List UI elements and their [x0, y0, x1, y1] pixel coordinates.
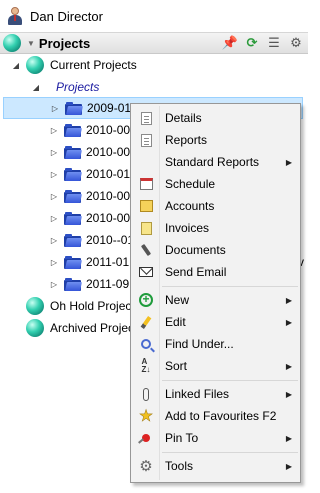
sort-icon: A Z↓	[141, 357, 151, 374]
email-icon	[133, 267, 159, 277]
expand-arrow-icon[interactable]: ▷	[48, 170, 60, 179]
collapse-caret-icon[interactable]: ▼	[27, 39, 35, 48]
list-icon[interactable]: ☰	[266, 35, 282, 51]
gear-icon: ⚙	[139, 458, 153, 475]
tree-node-current-projects[interactable]: ◢ Current Projects	[0, 54, 308, 76]
menu-separator	[162, 286, 298, 287]
projects-title[interactable]: Projects	[39, 36, 222, 51]
submenu-arrow-icon: ▶	[285, 295, 292, 305]
submenu-arrow-icon: ▶	[285, 361, 292, 371]
expand-arrow-icon[interactable]: ▷	[49, 104, 61, 113]
tree-node-group[interactable]: ◢ Projects	[0, 76, 308, 98]
menu-separator	[162, 380, 298, 381]
tree-node-label: 2011-09	[86, 277, 130, 291]
projects-bar: ▼ Projects 📌 ⟳ ☰ ⚙	[0, 32, 308, 54]
pin-icon[interactable]: 📌	[222, 35, 238, 51]
folder-icon	[64, 211, 82, 225]
expand-arrow-icon[interactable]: ▷	[48, 236, 60, 245]
accounts-icon	[133, 200, 159, 212]
refresh-icon[interactable]: ⟳	[244, 35, 260, 51]
menu-item-standard-reports[interactable]: Standard Reports ▶	[133, 151, 298, 173]
menu-item-sort[interactable]: A Z↓ Sort ▶	[133, 355, 298, 377]
star-icon: ★	[138, 408, 154, 426]
context-menu: Details Reports Standard Reports ▶ Sched…	[130, 103, 301, 483]
expand-arrow-icon[interactable]: ▷	[48, 148, 60, 157]
invoices-icon	[133, 221, 159, 235]
expand-arrow-icon[interactable]: ◢	[10, 61, 22, 70]
person-icon	[6, 6, 24, 26]
folder-icon	[64, 145, 82, 159]
menu-separator	[162, 452, 298, 453]
submenu-arrow-icon: ▶	[285, 157, 292, 167]
globe-icon	[26, 56, 44, 74]
tree-node-label: 2010-00	[86, 189, 131, 203]
tree-node-label: Current Projects	[50, 58, 137, 72]
menu-item-tools[interactable]: ⚙ Tools ▶	[133, 455, 298, 477]
expand-arrow-icon[interactable]: ▷	[48, 280, 60, 289]
submenu-arrow-icon: ▶	[285, 461, 292, 471]
submenu-arrow-icon: ▶	[285, 389, 292, 399]
folder-icon	[64, 189, 82, 203]
menu-item-documents[interactable]: Documents	[133, 239, 298, 261]
details-icon	[133, 111, 159, 125]
menu-item-send-email[interactable]: Send Email	[133, 261, 298, 283]
paperclip-icon	[133, 387, 159, 401]
tree-node-label: 2010-00	[86, 145, 131, 159]
expand-arrow-icon[interactable]: ◢	[30, 83, 42, 92]
menu-item-schedule[interactable]: Schedule	[133, 173, 298, 195]
menu-item-accounts[interactable]: Accounts	[133, 195, 298, 217]
menu-item-edit[interactable]: Edit ▶	[133, 311, 298, 333]
expand-arrow-icon[interactable]: ▷	[48, 192, 60, 201]
edit-icon	[133, 315, 159, 329]
folder-icon	[64, 233, 82, 247]
group-label: Projects	[56, 80, 100, 94]
globe-icon	[26, 319, 44, 337]
menu-item-new[interactable]: + New ▶	[133, 289, 298, 311]
folder-icon	[64, 255, 82, 269]
user-header: Dan Director	[0, 0, 308, 32]
expand-arrow-icon[interactable]: ▷	[48, 258, 60, 267]
expand-arrow-icon[interactable]: ▷	[48, 214, 60, 223]
tree-node-label: Oh Hold Projec	[50, 299, 132, 313]
submenu-arrow-icon: ▶	[285, 317, 292, 327]
tree-node-label: 2010--01	[86, 233, 135, 247]
menu-item-linked-files[interactable]: Linked Files ▶	[133, 383, 298, 405]
menu-item-find-under[interactable]: Find Under...	[133, 333, 298, 355]
folder-icon	[64, 123, 82, 137]
new-icon: +	[133, 293, 159, 307]
tree-node-label: Archived Projec	[50, 321, 135, 335]
tree-node-label: 2010-00	[86, 211, 131, 225]
folder-icon	[64, 277, 82, 291]
folder-icon	[65, 101, 83, 115]
menu-item-reports[interactable]: Reports	[133, 129, 298, 151]
tree-node-label: 2011-01	[86, 255, 130, 269]
gear-icon[interactable]: ⚙	[288, 35, 304, 51]
folder-icon	[64, 167, 82, 181]
tree-node-label: 2010-01	[86, 167, 131, 181]
globe-icon	[3, 34, 21, 52]
documents-icon	[133, 243, 159, 257]
menu-item-add-to-favourites[interactable]: ★ Add to Favourites F2	[133, 405, 298, 427]
schedule-icon	[133, 178, 159, 190]
globe-icon	[26, 297, 44, 315]
expand-arrow-icon[interactable]: ▷	[48, 126, 60, 135]
menu-item-details[interactable]: Details	[133, 107, 298, 129]
submenu-arrow-icon: ▶	[285, 433, 292, 443]
reports-icon	[133, 133, 159, 147]
menu-item-pin-to[interactable]: Pin To ▶	[133, 427, 298, 449]
tree-node-label: 2010-00	[86, 123, 131, 137]
user-name[interactable]: Dan Director	[30, 9, 103, 24]
pin-icon	[133, 434, 159, 442]
menu-item-invoices[interactable]: Invoices	[133, 217, 298, 239]
find-icon	[133, 339, 159, 349]
